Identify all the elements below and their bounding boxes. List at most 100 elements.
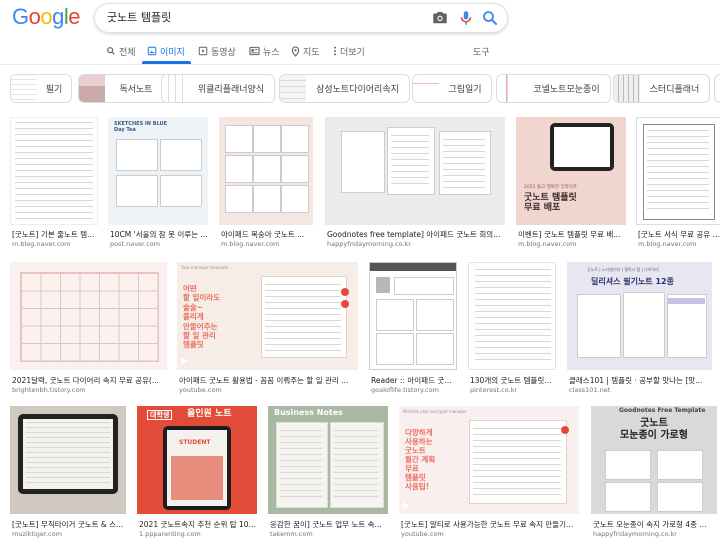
result-source: post.naver.com	[110, 240, 161, 248]
chip-filter[interactable]: 그림일기	[412, 74, 492, 103]
image-result[interactable]: 아이패드 복숭아 굿노트 ... m.blog.naver.com	[219, 117, 313, 250]
tab-news[interactable]: 뉴스	[249, 44, 280, 58]
image-result[interactable]: 130개의 굿노트 템플릿... pinterest.co.kr	[468, 262, 556, 396]
chip-filter-partial[interactable]	[714, 74, 720, 103]
chip-thumbnail	[413, 75, 439, 102]
image-result[interactable]: [굿노트] 기본 줄노트 템... m.blog.naver.com	[10, 117, 98, 250]
image-result[interactable]: Task manager template 어떤 할 일이라도 술술~ 풀리게 …	[177, 262, 358, 396]
result-title: 응감한 꿈이] 굿노트 업무 노트 속...	[270, 520, 382, 529]
result-source: m.blog.naver.com	[221, 240, 280, 248]
result-title: Reader :: 아이패드 굿노...	[371, 376, 457, 385]
map-pin-icon	[291, 45, 300, 57]
chip-thumbnail	[79, 75, 105, 102]
camera-icon[interactable]	[431, 9, 449, 27]
result-thumbnail: 굿노트 | 노타빌리티 | 갤럭시 탭 | 다이어리 딜리셔스 필기노트 12종	[567, 262, 712, 370]
chip-label: 코넬노트모눈종이	[533, 85, 600, 95]
overlay-text: STUDENT	[179, 439, 211, 446]
tab-all[interactable]: 전체	[106, 44, 136, 58]
result-title: 2021 굿노트속지 추천 순위 탑 10 ...	[139, 520, 257, 529]
result-title: 2021달력, 굿노트 다이어리 속지 무료 공유(...	[12, 376, 159, 385]
image-result[interactable]: Goodnotes free template] 아이패드 굿노트 회의록 ..…	[325, 117, 505, 250]
chip-filter[interactable]: 스터디플래너	[613, 74, 710, 103]
search-box[interactable]: 굿노트 템플릿	[94, 3, 508, 33]
search-input[interactable]: 굿노트 템플릿	[107, 9, 171, 25]
header-divider	[0, 64, 720, 65]
image-result[interactable]: 굿노트 | 노타빌리티 | 갤럭시 탭 | 다이어리 딜리셔스 필기노트 12종…	[567, 262, 712, 396]
image-result[interactable]: [굿노트] 무직타이거 굿노트 & 스... muziktiger.com	[10, 406, 126, 540]
chip-label: 스터디플래너	[649, 85, 700, 95]
chip-label: 필기	[45, 85, 63, 95]
result-title: [굿노트] 알티로 사용가능한 굿노트 무료 속지 만들기...	[401, 520, 574, 529]
image-result[interactable]: [굿노트 서식 무료 공유 / 굿노트 ... m.blog.naver.com	[636, 117, 720, 250]
overlay-text: 굿노트 모눈종이 가로형	[620, 418, 688, 441]
result-thumbnail: Task manager template 어떤 할 일이라도 술술~ 풀리게 …	[177, 262, 358, 370]
image-result[interactable]: Reader :: 아이패드 굿노... goaloflife.tistory.…	[369, 262, 457, 396]
image-result[interactable]: Monthly plan and goal manager 다양하게 사용하는 …	[399, 406, 579, 540]
result-title: Goodnotes free template] 아이패드 굿노트 회의록 ..…	[327, 230, 505, 239]
result-title: 이벤트] 굿노트 템플릿 무료 배...	[518, 230, 621, 239]
result-thumbnail: Monthly plan and goal manager 다양하게 사용하는 …	[399, 406, 579, 514]
tools-button[interactable]: 도구	[473, 44, 490, 58]
result-thumbnail	[636, 117, 720, 225]
image-result[interactable]: 대학생 올인원 노트 STUDENT 2021 굿노트속지 추천 순위 탑 10…	[137, 406, 257, 540]
overlay-text: 다양하게 사용하는 굿노트 월간 계획 무료 템플릿 사용팁!	[405, 428, 436, 491]
overlay-text: 굿노트 템플릿 무료 배포	[524, 193, 577, 214]
chip-filter[interactable]: 삼성노트다이어리속지	[279, 74, 410, 103]
chip-thumbnail	[497, 75, 523, 102]
result-source: 1.ppparenting.com	[139, 530, 201, 538]
overlay-text: 어떤 할 일이라도 술술~ 풀리게 만들어주는 할 일 관리 템플릿	[183, 284, 221, 350]
tab-more[interactable]: 더보기	[333, 44, 365, 58]
image-result[interactable]: 2021달력, 굿노트 다이어리 속지 무료 공유(... brightenbh…	[10, 262, 167, 396]
tab-videos[interactable]: 동영상	[198, 44, 236, 58]
result-source: m.blog.naver.com	[12, 240, 71, 248]
chip-filter[interactable]: 코넬노트모눈종이	[496, 74, 611, 103]
search-icon[interactable]	[481, 9, 499, 27]
overlay-text: 2021 불고 행복한 굿라이프	[524, 185, 578, 190]
search-icon	[107, 47, 115, 55]
tab-label: 동영상	[211, 47, 236, 58]
tab-label: 더보기	[340, 47, 365, 58]
image-result[interactable]: 2021 불고 행복한 굿라이프 굿노트 템플릿 무료 배포 이벤트] 굿노트 …	[516, 117, 626, 250]
chip-thumbnail	[162, 75, 188, 102]
logo-letter: e	[68, 4, 81, 29]
result-thumbnail	[219, 117, 313, 225]
result-title: 클래스101 | 템플릿 · 공부할 맛나는 [맛...	[569, 376, 703, 385]
image-result[interactable]: SKETCHES IN BLUE Day Tea 10CM '서울의 잠 못 이…	[108, 117, 208, 250]
logo-letter: o	[28, 4, 41, 29]
overlay-text: 대학생	[147, 410, 173, 421]
result-source: m.blog.naver.com	[638, 240, 697, 248]
result-source: goaloflife.tistory.com	[371, 386, 439, 394]
result-title: [굿노트] 무직타이거 굿노트 & 스...	[12, 520, 124, 529]
result-source: takemm.com	[270, 530, 313, 538]
mic-icon[interactable]	[457, 9, 475, 27]
result-title: [굿노트] 기본 줄노트 템...	[12, 230, 95, 239]
result-thumbnail: Goodnotes Free Template 굿노트 모눈종이 가로형	[591, 406, 717, 514]
image-result[interactable]: Goodnotes Free Template 굿노트 모눈종이 가로형 굿노트…	[591, 406, 717, 540]
chip-label: 독서노트	[119, 85, 153, 95]
google-logo[interactable]: Google	[12, 4, 81, 29]
image-result[interactable]: Business Notes 응감한 꿈이] 굿노트 업무 노트 속... ta…	[268, 406, 388, 540]
overlay-text: 딜리셔스 필기노트 12종	[591, 277, 674, 286]
result-thumbnail: SKETCHES IN BLUE Day Tea	[108, 117, 208, 225]
chip-thumbnail	[614, 75, 640, 102]
chip-label: 그림일기	[448, 85, 482, 95]
result-title: 아이패드 복숭아 굿노트 ...	[221, 230, 305, 239]
result-thumbnail	[10, 406, 126, 514]
logo-letter: o	[40, 4, 53, 29]
result-source: class101.net	[569, 386, 611, 394]
result-source: brightenbh.tistory.com	[12, 386, 86, 394]
tab-maps[interactable]: 지도	[291, 44, 320, 58]
chip-label: 삼성노트다이어리속지	[316, 85, 399, 95]
play-icon	[198, 46, 208, 56]
result-thumbnail: 대학생 올인원 노트 STUDENT	[137, 406, 257, 514]
result-source: youtube.com	[179, 386, 222, 394]
chip-filter[interactable]: 독서노트	[78, 74, 168, 103]
chip-filter[interactable]: 필기	[10, 74, 72, 103]
tab-images[interactable]: 이미지	[147, 44, 185, 58]
news-icon	[249, 46, 260, 56]
chip-label: 위클리플래너양식	[197, 85, 265, 95]
overlay-text: Task manager template	[181, 265, 229, 270]
chip-filter[interactable]: 위클리플래너양식	[161, 74, 275, 103]
overlay-text: Business Notes	[274, 408, 343, 417]
more-icon	[334, 46, 336, 56]
